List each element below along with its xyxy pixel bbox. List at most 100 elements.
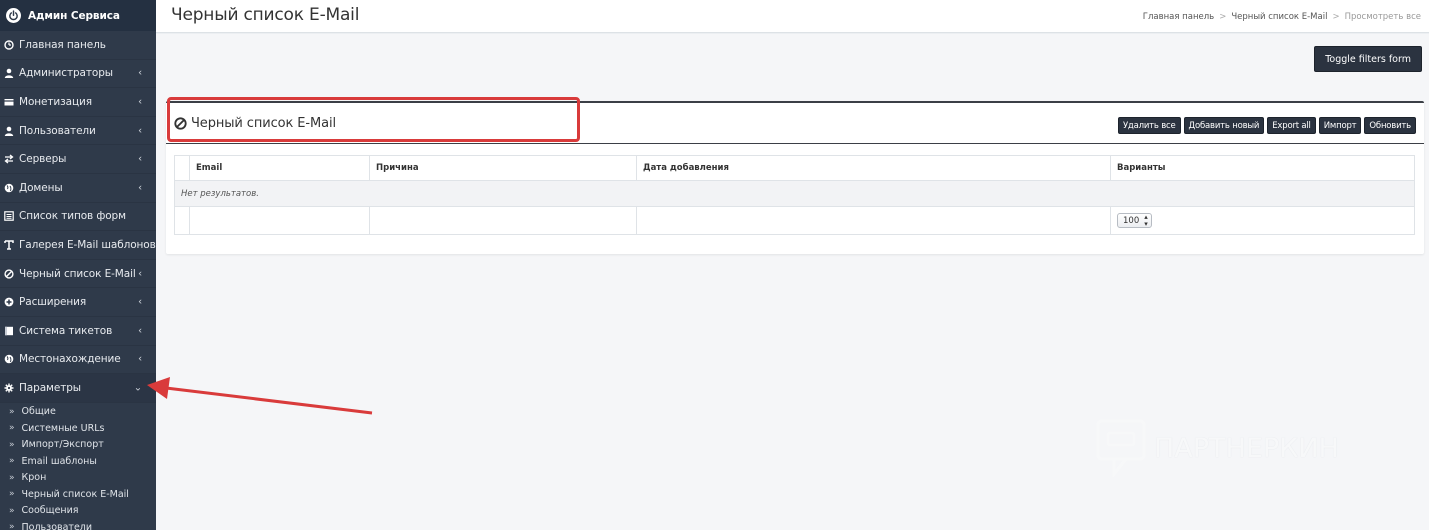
breadcrumb-link-blacklist[interactable]: Черный список E-Mail [1231, 12, 1327, 22]
empty-message: Нет результатов. [174, 180, 1415, 207]
submenu-item-label: Сообщения [21, 505, 79, 517]
column-header-date-added[interactable]: Дата добавления [636, 155, 1111, 181]
sidebar-item-extensions[interactable]: Расширения ‹ [0, 288, 156, 317]
per-page-value: 100 [1123, 215, 1140, 226]
sidebar-item-label: Черный список E-Mail [19, 267, 136, 280]
date-filter-cell[interactable] [636, 206, 1111, 235]
sidebar-item-users[interactable]: Пользователи ‹ [0, 117, 156, 146]
submenu-item-system-urls[interactable]: » Системные URLs [0, 420, 156, 437]
sidebar-item-label: Система тикетов [19, 324, 113, 337]
breadcrumb-current: Просмотреть все [1344, 12, 1421, 22]
table-row-empty: Нет результатов. [174, 180, 1415, 207]
chevron-left-icon: ‹ [138, 96, 142, 108]
submenu-item-users[interactable]: » Пользователи [0, 519, 156, 530]
text-icon [3, 239, 14, 250]
submenu-item-email-templates[interactable]: » Email шаблоны [0, 453, 156, 470]
sidebar-item-servers[interactable]: Серверы ‹ [0, 145, 156, 174]
double-chevron-right-icon: » [9, 456, 15, 467]
watermark-text: ПАРТНЕРКИН [1154, 432, 1339, 464]
sidebar-item-label: Список типов форм [19, 210, 126, 223]
double-chevron-right-icon: » [9, 505, 15, 516]
submenu-item-label: Email шаблоны [21, 455, 97, 467]
double-chevron-right-icon: » [9, 423, 15, 434]
submenu-item-email-blacklist[interactable]: » Черный список E-Mail [0, 486, 156, 503]
chevron-left-icon: ‹ [138, 325, 142, 337]
sidebar-item-parameters[interactable]: Параметры ⌄ [0, 374, 156, 403]
column-header-options: Варианты [1110, 155, 1415, 181]
dashboard-icon [3, 39, 14, 50]
sidebar-item-label: Пользователи [19, 124, 96, 137]
breadcrumb-separator: > [1332, 12, 1340, 22]
delete-all-button[interactable]: Удалить все [1117, 117, 1181, 134]
breadcrumb-link-dashboard[interactable]: Главная панель [1143, 12, 1214, 22]
breadcrumb-separator: > [1219, 12, 1227, 22]
user-icon [3, 68, 14, 79]
select-column-header[interactable] [174, 155, 190, 181]
chevron-left-icon: ‹ [138, 153, 142, 165]
page-title: Черный список E-Mail [171, 5, 360, 25]
top-header: Черный список E-Mail Главная панель > Че… [156, 0, 1429, 33]
sidebar-menu: Главная панель Администраторы ‹ Монетиза… [0, 31, 156, 403]
credit-card-icon [3, 96, 14, 107]
sidebar-item-label: Монетизация [19, 95, 92, 108]
column-header-email[interactable]: Email [189, 155, 370, 181]
chevron-left-icon: ‹ [138, 353, 142, 365]
submenu-item-label: Черный список E-Mail [21, 488, 129, 500]
submenu-item-cron[interactable]: » Крон [0, 470, 156, 487]
import-button[interactable]: Импорт [1318, 117, 1362, 134]
email-filter-cell[interactable] [189, 206, 370, 235]
submenu-item-label: Пользователи [21, 521, 93, 530]
sidebar-item-monetization[interactable]: Монетизация ‹ [0, 88, 156, 117]
ticket-icon [3, 325, 14, 336]
double-chevron-right-icon: » [9, 522, 15, 530]
sidebar-item-email-blacklist[interactable]: Черный список E-Mail ‹ [0, 260, 156, 289]
blacklist-table: Email Причина Дата добавления Варианты Н… [174, 155, 1415, 235]
sidebar-item-location[interactable]: Местонахождение ‹ [0, 346, 156, 375]
submenu-item-label: Импорт/Экспорт [21, 439, 104, 451]
brand-title: Админ Сервиса [28, 9, 120, 22]
sidebar-item-form-types[interactable]: Список типов форм [0, 203, 156, 232]
parameters-submenu: » Общие » Системные URLs » Импорт/Экспорт »… [0, 402, 156, 530]
submenu-item-general[interactable]: » Общие [0, 404, 156, 421]
gear-icon [3, 382, 14, 393]
double-chevron-right-icon: » [9, 439, 15, 450]
user-icon [3, 125, 14, 136]
sidebar-item-label: Галерея E-Mail шаблонов [19, 238, 156, 251]
export-all-button[interactable]: Export all [1267, 117, 1316, 134]
submenu-item-import-export[interactable]: » Импорт/Экспорт [0, 437, 156, 454]
sidebar-item-label: Серверы [19, 153, 67, 166]
panel-title-text: Черный список E-Mail [191, 116, 336, 131]
column-header-reason[interactable]: Причина [369, 155, 637, 181]
chevron-left-icon: ‹ [138, 296, 142, 308]
sidebar-item-dashboard[interactable]: Главная панель [0, 31, 156, 60]
reason-filter-cell[interactable] [369, 206, 637, 235]
sidebar-item-domains[interactable]: Домены ‹ [0, 174, 156, 203]
brand[interactable]: Админ Сервиса [0, 0, 156, 31]
chevron-left-icon: ‹ [138, 67, 142, 79]
sidebar-item-admins[interactable]: Администраторы ‹ [0, 60, 156, 89]
per-page-select[interactable]: 100 ▴ ▾ [1117, 213, 1152, 228]
double-chevron-right-icon: » [9, 489, 15, 500]
power-icon [6, 8, 21, 23]
sidebar-item-email-templates-gallery[interactable]: Галерея E-Mail шаблонов [0, 231, 156, 260]
chevron-down-icon: ⌄ [133, 382, 142, 394]
ban-icon [3, 268, 14, 279]
add-new-button[interactable]: Добавить новый [1183, 117, 1265, 134]
toggle-filters-button[interactable]: Toggle filters form [1314, 46, 1422, 72]
refresh-button[interactable]: Обновить [1364, 117, 1416, 134]
sidebar-item-tickets[interactable]: Система тикетов ‹ [0, 317, 156, 346]
breadcrumb: Главная панель > Черный список E-Mail > … [1143, 12, 1421, 22]
exchange-icon [3, 154, 14, 165]
sidebar: Админ Сервиса Главная панель Администрат… [0, 0, 156, 530]
list-icon [3, 211, 14, 222]
submenu-item-label: Крон [21, 472, 47, 484]
sidebar-item-label: Параметры [19, 381, 81, 394]
globe-icon [3, 354, 14, 365]
watermark: ПАРТНЕРКИН [1096, 419, 1339, 477]
panel-actions: Удалить все Добавить новый Export all Им… [1117, 117, 1416, 134]
submenu-item-messages[interactable]: » Сообщения [0, 503, 156, 520]
blacklist-panel: Черный список E-Mail Удалить все Добавит… [166, 97, 1424, 254]
sidebar-item-label: Главная панель [19, 38, 106, 51]
chevron-left-icon: ‹ [138, 268, 142, 280]
submenu-item-label: Общие [21, 406, 56, 418]
